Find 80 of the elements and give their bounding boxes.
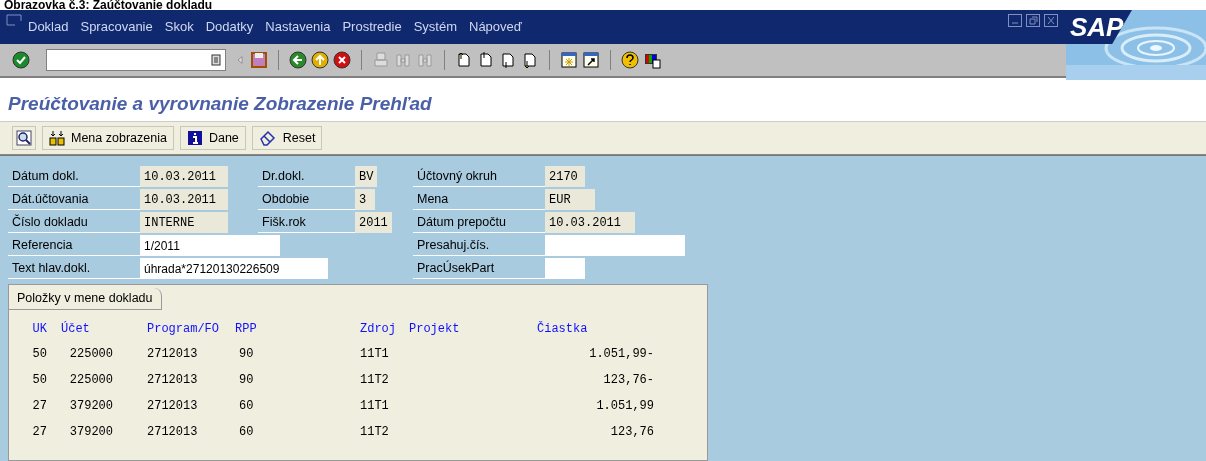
toolbar-button[interactable]: Reset — [251, 126, 323, 150]
table-cell-text: 50 — [31, 371, 47, 389]
help-icon[interactable] — [621, 51, 639, 69]
table-cell-text: 123,76- — [602, 371, 654, 389]
last-page-icon[interactable] — [521, 51, 539, 69]
restore-icon[interactable] — [1026, 14, 1040, 27]
table-cell-text: 1.051,99 — [595, 397, 654, 415]
previous-page-icon[interactable] — [477, 51, 495, 69]
monitor-icon[interactable] — [643, 51, 661, 69]
display-field: 10.03.2011 — [545, 212, 635, 233]
display-field: 3 — [355, 189, 375, 210]
column-header[interactable]: RPP — [235, 320, 360, 339]
minimize-icon[interactable] — [1008, 14, 1022, 27]
table-cell-text: 379200 — [68, 397, 113, 415]
table-cell-text: 225000 — [68, 345, 113, 363]
table-cell-text: 11T2 — [360, 423, 390, 441]
table-cell-text: 11T2 — [360, 371, 390, 389]
display-field: INTERNE — [140, 212, 228, 233]
table-cell-text: 11T1 — [360, 345, 390, 363]
menu-item[interactable]: Systém — [413, 16, 457, 36]
history-icon[interactable] — [211, 54, 221, 66]
close-icon[interactable] — [1044, 14, 1058, 27]
table-cell-text: 50 — [31, 345, 47, 363]
table-cell-text: 60 — [238, 397, 255, 415]
table-cell-text: 2712013 — [146, 371, 199, 389]
menu-item[interactable]: Nápoveď — [469, 16, 522, 36]
display-field: BV — [355, 166, 378, 187]
caption: Obrazovka č.3: Zaúčtovanie dokladu — [3, 0, 214, 10]
first-page-icon[interactable] — [455, 51, 473, 69]
command-field[interactable] — [46, 49, 226, 71]
cancel-icon[interactable] — [333, 51, 351, 69]
display-field: 10.03.2011 — [140, 189, 228, 210]
menu-item[interactable]: Skok — [164, 16, 194, 36]
new-window-icon[interactable] — [560, 51, 578, 69]
arrow-left-icon[interactable] — [289, 51, 307, 69]
column-header[interactable]: UK — [9, 320, 47, 339]
column-header[interactable]: Program/FO — [113, 320, 235, 339]
info-icon — [186, 130, 203, 146]
table-cell-text: 11T1 — [360, 397, 390, 415]
display-field: EUR — [545, 189, 595, 210]
eraser-icon — [258, 130, 277, 146]
table-cell-text: 60 — [238, 423, 255, 441]
table-cell-text: 27 — [31, 397, 47, 415]
table-cell-text: 2712013 — [146, 423, 199, 441]
magnifier-icon — [16, 130, 32, 146]
table-cell-text: 1.051,99- — [588, 345, 654, 363]
table-cell-text: 123,76 — [609, 423, 654, 441]
table-cell-text: 2712013 — [146, 397, 199, 415]
menu-item[interactable]: Doklad — [28, 16, 69, 36]
check-icon[interactable] — [12, 51, 30, 69]
panel-tab[interactable]: Položky v mene dokladu — [9, 288, 162, 310]
table-cell-text: 2712013 — [146, 345, 199, 363]
save-icon[interactable] — [250, 51, 268, 69]
column-header[interactable]: Čiastka — [537, 320, 654, 339]
shortcut-icon[interactable] — [582, 51, 600, 69]
display-field: 2170 — [545, 166, 585, 187]
column-header[interactable]: Projekt — [409, 320, 537, 339]
column-header[interactable]: Zdroj — [360, 320, 409, 339]
menu-item[interactable]: Prostredie — [342, 16, 402, 36]
menu-item[interactable]: Nastavenia — [265, 16, 331, 36]
input-field[interactable] — [545, 258, 585, 279]
table-cell-text: 27 — [31, 423, 47, 441]
table-cell-text: 225000 — [68, 371, 113, 389]
toolbar-button[interactable]: Mena zobrazenia — [42, 126, 174, 150]
menu-item[interactable]: Spracovanie — [80, 16, 153, 36]
magnifier-button[interactable] — [12, 126, 36, 150]
next-page-icon[interactable] — [499, 51, 517, 69]
column-header[interactable]: Účet — [47, 320, 113, 339]
input-field[interactable] — [545, 235, 685, 256]
toolbar-button[interactable]: Dane — [179, 126, 246, 150]
menu-item[interactable]: Dodatky — [205, 16, 254, 36]
display-field: 10.03.2011 — [140, 166, 228, 187]
input-field[interactable]: úhrada*27120130226509 — [140, 258, 328, 279]
table-cell-text: 90 — [238, 345, 255, 363]
table-cell-text: 90 — [238, 371, 255, 389]
arrow-up-icon[interactable] — [311, 51, 329, 69]
display-field: 2011 — [355, 212, 392, 233]
input-field[interactable]: 1/2011 — [140, 235, 280, 256]
sort-icon — [49, 130, 65, 146]
table-cell-text: 379200 — [68, 423, 113, 441]
